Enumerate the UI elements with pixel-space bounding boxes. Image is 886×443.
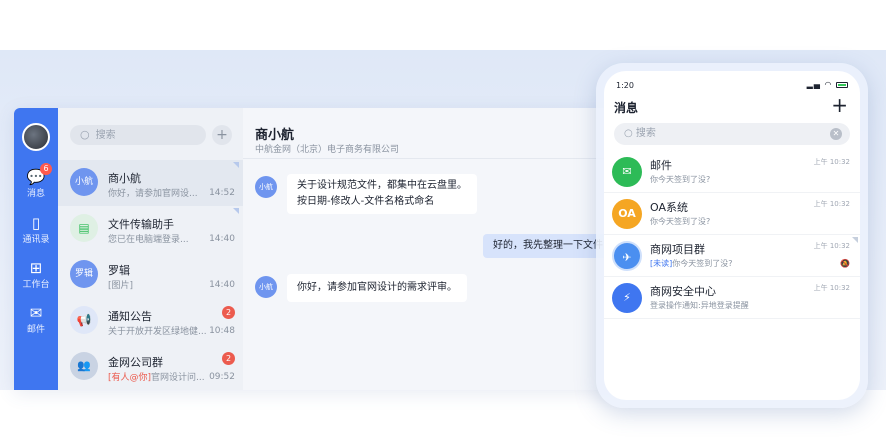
megaphone-icon: 📢 — [70, 306, 98, 334]
nav-item-messages[interactable]: 💬 6 消息 — [14, 163, 58, 199]
conversation-name: OA系统 — [650, 201, 688, 214]
conversation-time: 上午 10:32 — [813, 284, 850, 292]
nav-item-label: 工作台 — [22, 280, 50, 290]
add-button[interactable]: + — [212, 125, 232, 145]
contacts-icon: ▯ — [31, 214, 41, 232]
avatar[interactable] — [22, 123, 50, 151]
avatar: 小航 — [255, 276, 277, 298]
conversation-name: 罗辑 — [108, 264, 130, 277]
conversation-time: 14:52 — [209, 188, 235, 198]
unread-count-badge: 2 — [222, 352, 235, 365]
status-time: 1:20 — [616, 81, 634, 90]
conversation-preview: 你今天签到了没? — [650, 217, 711, 226]
conversation-time: 14:40 — [209, 280, 235, 290]
list-item[interactable]: OA OA系统 你今天签到了没? 上午 10:32 — [604, 193, 860, 235]
page-title: 消息 — [614, 101, 639, 115]
conversation-preview: 你好，请参加官网设... — [108, 189, 198, 199]
search-icon: ○ — [624, 128, 636, 139]
list-item[interactable]: ⚡ 商网安全中心 登录操作通知:异地登录提醒 上午 10:32 — [604, 277, 860, 319]
list-item[interactable]: ▤ 文件传输助手 您已在电脑端登录... 14:40 — [58, 206, 243, 252]
preview-text: 你今天签到了没? — [672, 259, 733, 268]
unread-count-badge: 2 — [222, 306, 235, 319]
pin-marker — [233, 162, 239, 168]
oa-icon: OA — [612, 199, 642, 229]
nav-item-label: 通讯录 — [22, 235, 50, 245]
nav-item-label: 邮件 — [26, 325, 45, 335]
phone-mockup: 1:20 ▂▄ ◠ 消息 + ○ 搜索 ✕ ✉ 邮件 你今天签到了没? 上午 1… — [596, 63, 868, 408]
grid-icon: ⊞ — [29, 259, 43, 277]
conversation-time: 上午 10:32 — [813, 200, 850, 208]
list-item[interactable]: 小航 商小航 你好，请参加官网设... 14:52 — [58, 160, 243, 206]
unread-tag: [未读] — [650, 259, 673, 268]
avatar: 罗辑 — [70, 260, 98, 288]
conversation-preview: [图片] — [108, 281, 134, 291]
preview-text: 官网设计问... — [151, 373, 205, 383]
list-item[interactable]: 👥 金网公司群 [有人@你]官网设计问... 2 09:52 — [58, 344, 243, 390]
nav-item-workbench[interactable]: ⊞ 工作台 — [14, 259, 58, 290]
pin-marker — [233, 208, 239, 214]
conversation-preview: 您已在电脑端登录... — [108, 235, 189, 245]
wifi-icon: ◠ — [824, 80, 833, 89]
message-line: 按日期-修改人-文件名格式命名 — [297, 196, 435, 207]
phone-screen: 1:20 ▂▄ ◠ 消息 + ○ 搜索 ✕ ✉ 邮件 你今天签到了没? 上午 1… — [604, 71, 860, 400]
search-input[interactable]: ○ 搜索 — [70, 125, 206, 145]
left-nav-bar: 💬 6 消息 ▯ 通讯录 ⊞ 工作台 ✉ 邮件 — [14, 108, 58, 390]
nav-item-mail[interactable]: ✉ 邮件 — [14, 304, 58, 335]
conversation-name: 商小航 — [108, 172, 141, 185]
conversation-name: 商网项目群 — [650, 243, 705, 256]
conversation-preview: 你今天签到了没? — [650, 175, 711, 184]
file-transfer-icon: ▤ — [70, 214, 98, 242]
list-item[interactable]: 📢 通知公告 关于开放开发区绿地健... 2 10:48 — [58, 298, 243, 344]
conversation-time: 上午 10:32 — [813, 242, 850, 250]
conversation-list: ○ 搜索 + 小航 商小航 你好，请参加官网设... 14:52 ▤ 文件传输助手… — [58, 108, 243, 390]
message-bubble: 你好，请参加官网设计的需求评审。 — [287, 274, 467, 302]
message-line: 关于设计规范文件，都集中在云盘里。 — [297, 180, 467, 191]
mention-tag: [有人@你] — [108, 373, 152, 383]
unread-badge: 6 — [40, 163, 52, 175]
battery-icon — [836, 81, 848, 88]
list-item[interactable]: ✈ 商网项目群 [未读]你今天签到了没? 上午 10:32 🔕 — [604, 235, 860, 277]
mail-icon: ✉ — [29, 304, 43, 322]
conversation-preview: [有人@你]官网设计问... — [108, 370, 208, 383]
search-input[interactable]: ○ 搜索 ✕ — [614, 123, 850, 145]
conversation-name: 通知公告 — [108, 310, 152, 323]
list-item[interactable]: 罗辑 罗辑 [图片] 14:40 — [58, 252, 243, 298]
mute-icon: 🔕 — [840, 259, 850, 268]
conversation-name: 文件传输助手 — [108, 218, 174, 231]
conversation-preview: [未读]你今天签到了没? — [650, 258, 733, 269]
clear-icon[interactable]: ✕ — [830, 128, 842, 140]
project-group-icon: ✈ — [612, 241, 642, 271]
avatar: 小航 — [255, 176, 277, 198]
nav-item-contacts[interactable]: ▯ 通讯录 — [14, 214, 58, 245]
conversation-name: 商网安全中心 — [650, 285, 716, 298]
conversation-time: 14:40 — [209, 234, 235, 244]
mail-icon: ✉ — [612, 157, 642, 187]
signal-icon: ▂▄ — [806, 80, 821, 89]
conversation-preview: 登录操作通知:异地登录提醒 — [650, 301, 749, 310]
add-button[interactable]: + — [831, 93, 848, 117]
divider — [243, 158, 626, 159]
chat-title: 商小航 — [255, 128, 295, 143]
conversation-preview: 关于开放开发区绿地健... — [108, 327, 207, 337]
search-placeholder: 搜索 — [95, 130, 116, 141]
pin-marker — [852, 237, 858, 243]
list-item[interactable]: ✉ 邮件 你今天签到了没? 上午 10:32 — [604, 151, 860, 193]
chat-panel: 商小航 中航金网（北京）电子商务有限公司 小航 关于设计规范文件，都集中在云盘里… — [243, 108, 626, 390]
status-icons: ▂▄ ◠ — [807, 80, 848, 89]
chat-organization: 中航金网（北京）电子商务有限公司 — [255, 145, 400, 155]
conversation-name: 金网公司群 — [108, 356, 163, 369]
desktop-window: 💬 6 消息 ▯ 通讯录 ⊞ 工作台 ✉ 邮件 ○ 搜索 + 小航 商小航 你好，… — [14, 108, 626, 390]
nav-item-label: 消息 — [26, 189, 45, 199]
avatar: 小航 — [70, 168, 98, 196]
message-bubble: 关于设计规范文件，都集中在云盘里。 按日期-修改人-文件名格式命名 — [287, 174, 477, 214]
search-placeholder: 搜索 — [635, 128, 656, 139]
group-avatar-icon: 👥 — [70, 352, 98, 380]
shield-icon: ⚡ — [612, 283, 642, 313]
search-icon: ○ — [80, 128, 90, 141]
conversation-time: 09:52 — [209, 372, 235, 382]
conversation-name: 邮件 — [650, 159, 672, 172]
conversation-time: 10:48 — [209, 326, 235, 336]
conversation-time: 上午 10:32 — [813, 158, 850, 166]
